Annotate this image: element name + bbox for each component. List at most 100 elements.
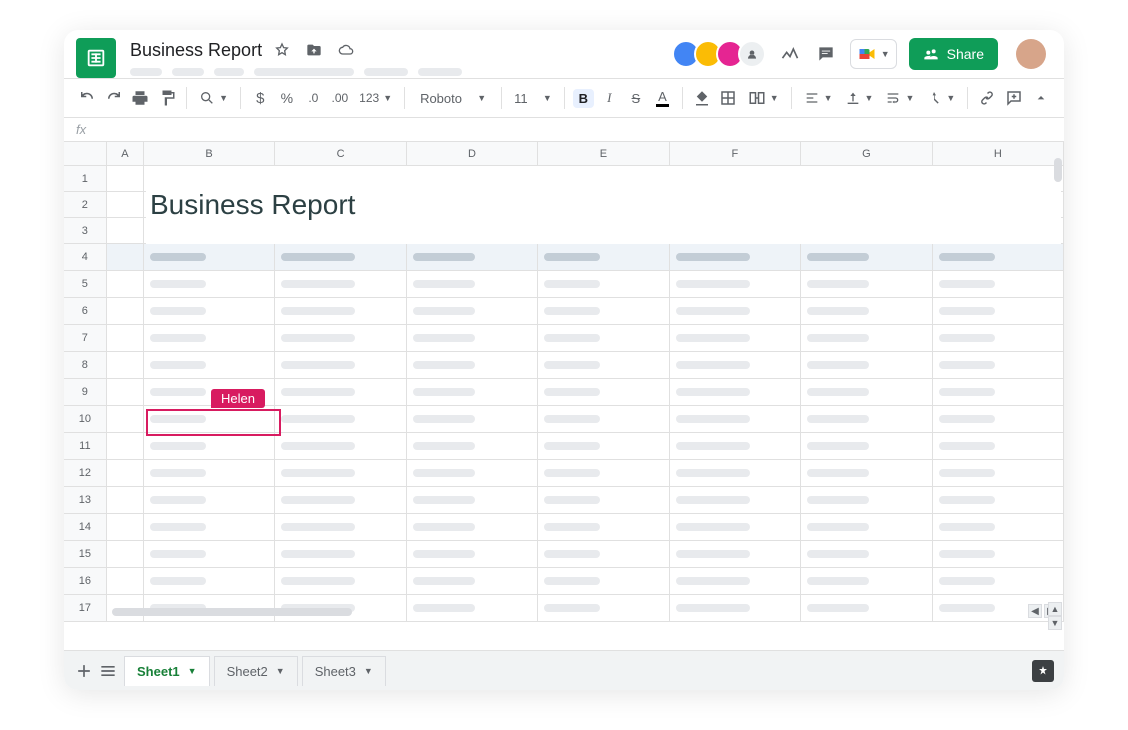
cell[interactable] [275, 298, 406, 325]
cell[interactable] [407, 244, 538, 271]
row-header[interactable]: 15 [64, 541, 107, 568]
cell[interactable] [407, 352, 538, 379]
cell[interactable] [107, 379, 144, 406]
row-header[interactable]: 16 [64, 568, 107, 595]
insert-link-icon[interactable] [976, 86, 999, 110]
row-header[interactable]: 8 [64, 352, 107, 379]
formula-bar[interactable]: fx [64, 118, 1064, 142]
cell[interactable] [144, 325, 275, 352]
sheet-title-cell[interactable]: Business Report [146, 166, 1061, 244]
column-header[interactable]: H [933, 142, 1064, 166]
number-format-dropdown[interactable]: 123▼ [355, 91, 396, 105]
horizontal-scrollbar[interactable] [112, 608, 352, 616]
cell[interactable] [801, 244, 932, 271]
cell[interactable] [107, 352, 144, 379]
column-header[interactable]: B [144, 142, 275, 166]
undo-icon[interactable] [76, 86, 99, 110]
cell[interactable] [933, 325, 1064, 352]
collapse-toolbar-icon[interactable] [1029, 86, 1052, 110]
chevron-down-icon[interactable]: ▼ [188, 666, 197, 676]
comments-icon[interactable] [814, 42, 838, 66]
cell[interactable] [144, 244, 275, 271]
cell[interactable] [670, 379, 801, 406]
cell[interactable] [801, 541, 932, 568]
cell[interactable] [801, 352, 932, 379]
zoom-dropdown[interactable]: ▼ [195, 90, 232, 106]
cell[interactable] [933, 379, 1064, 406]
account-avatar[interactable] [1016, 39, 1046, 69]
cell[interactable] [670, 541, 801, 568]
cloud-status-icon[interactable] [334, 38, 358, 62]
cell[interactable] [670, 514, 801, 541]
cell[interactable] [538, 271, 669, 298]
cell[interactable] [407, 433, 538, 460]
collaborator-avatars[interactable] [678, 40, 766, 68]
font-family-dropdown[interactable]: Roboto ▼ [413, 88, 493, 109]
cell[interactable] [275, 325, 406, 352]
cell[interactable] [933, 460, 1064, 487]
cell[interactable] [144, 541, 275, 568]
cell[interactable] [538, 325, 669, 352]
cell[interactable] [107, 192, 144, 218]
paint-format-icon[interactable] [156, 86, 179, 110]
column-header[interactable]: G [801, 142, 932, 166]
cell[interactable] [933, 568, 1064, 595]
cell[interactable] [801, 325, 932, 352]
row-header[interactable]: 5 [64, 271, 107, 298]
cell[interactable] [144, 460, 275, 487]
percent-icon[interactable]: % [276, 86, 299, 110]
cell[interactable] [107, 541, 144, 568]
column-header[interactable]: F [670, 142, 801, 166]
cell[interactable] [107, 406, 144, 433]
cell[interactable] [538, 379, 669, 406]
cell[interactable] [670, 244, 801, 271]
cell[interactable] [670, 406, 801, 433]
cell[interactable] [407, 568, 538, 595]
add-sheet-icon[interactable] [72, 659, 96, 683]
sheet-tab[interactable]: Sheet3▼ [302, 656, 386, 686]
cell[interactable] [407, 487, 538, 514]
row-header[interactable]: 17 [64, 595, 107, 622]
row-header[interactable]: 9 [64, 379, 107, 406]
cell[interactable] [670, 487, 801, 514]
cell[interactable] [144, 514, 275, 541]
cell[interactable] [538, 595, 669, 622]
column-header[interactable]: A [107, 142, 144, 166]
cell[interactable] [275, 271, 406, 298]
cell[interactable] [933, 298, 1064, 325]
cell[interactable] [670, 460, 801, 487]
avatar-overflow[interactable] [738, 40, 766, 68]
cell[interactable] [275, 541, 406, 568]
cell[interactable] [538, 244, 669, 271]
cell[interactable] [933, 271, 1064, 298]
cell[interactable] [670, 271, 801, 298]
cell[interactable] [144, 298, 275, 325]
cell[interactable] [275, 514, 406, 541]
cell[interactable] [107, 271, 144, 298]
text-wrap-dropdown[interactable]: ▼ [881, 90, 918, 106]
row-header[interactable]: 12 [64, 460, 107, 487]
vertical-scrollbar[interactable] [1054, 158, 1062, 632]
cell[interactable] [407, 514, 538, 541]
sheet-tab[interactable]: Sheet2▼ [214, 656, 298, 686]
font-size-dropdown[interactable]: 11 ▼ [510, 91, 556, 106]
row-header[interactable]: 3 [64, 218, 107, 244]
row-header[interactable]: 4 [64, 244, 107, 271]
print-icon[interactable] [129, 86, 152, 110]
explore-button[interactable] [1032, 660, 1054, 682]
cell[interactable] [801, 595, 932, 622]
cell[interactable] [107, 244, 144, 271]
meet-button[interactable]: ▼ [850, 39, 897, 69]
cell[interactable] [933, 406, 1064, 433]
cell[interactable] [801, 568, 932, 595]
cell[interactable] [538, 541, 669, 568]
cell[interactable] [670, 325, 801, 352]
row-header[interactable]: 13 [64, 487, 107, 514]
row-header[interactable]: 11 [64, 433, 107, 460]
cell[interactable] [407, 595, 538, 622]
cell[interactable] [933, 244, 1064, 271]
cell[interactable] [407, 406, 538, 433]
decrease-decimal-icon[interactable]: .0 [302, 86, 325, 110]
cell[interactable] [275, 379, 406, 406]
fill-color-button[interactable] [691, 86, 714, 110]
